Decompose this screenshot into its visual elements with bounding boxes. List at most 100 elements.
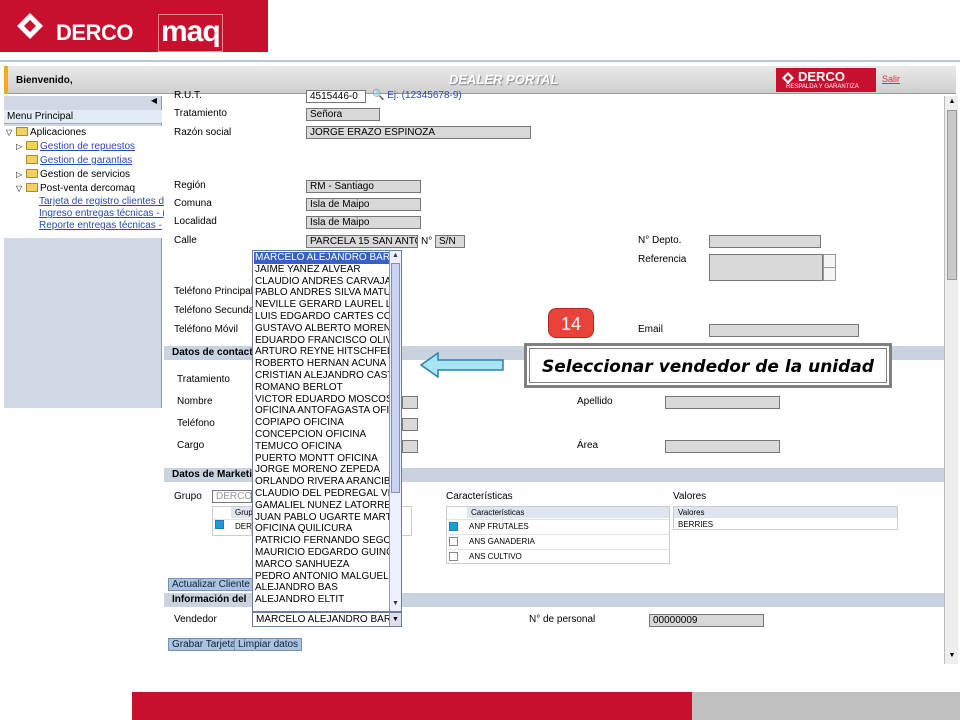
collapsed-triangle-icon: ▷ (16, 170, 23, 179)
dropdown-scrollbar-thumb[interactable] (391, 263, 400, 493)
dropdown-option[interactable]: PABLO ANDRES SILVA MATU (254, 287, 390, 299)
menu-item-label: Gestion de garantias (40, 155, 133, 166)
left-menu: ◀ Menu Principal ▽ Aplicaciones ▷ Gestion … (4, 96, 166, 408)
vendedor-label: Vendedor (174, 614, 217, 625)
grabar-tarjeta-button[interactable]: Grabar Tarjeta (168, 638, 240, 651)
dropdown-option[interactable]: ALEJANDRO BAS (254, 582, 390, 594)
menu-link-tarjeta-registro[interactable]: Tarjeta de registro clientes d (39, 196, 164, 207)
depto-field[interactable] (709, 235, 821, 248)
dropdown-option[interactable]: ROBERTO HERNAN ACUÑA S (254, 358, 390, 370)
dropdown-option[interactable]: PATRICIO FERNANDO SEGOV (254, 535, 390, 547)
logout-link[interactable]: Salir (882, 74, 900, 84)
numero-label: N° (421, 236, 433, 247)
dropdown-option[interactable]: PEDRO ANTONIO MALGUELL (254, 571, 390, 583)
scroll-down-icon[interactable]: ▼ (947, 652, 957, 662)
dropdown-option[interactable]: GUSTAVO ALBERTO MOREN (254, 323, 390, 335)
menu-item-postventa[interactable]: ▽ Post-venta dercomaq (16, 182, 135, 195)
dropdown-option[interactable]: ALEJANDRO ELTIT (254, 594, 390, 606)
localidad-field[interactable]: Isla de Maipo (306, 216, 421, 229)
dropdown-scrollbar[interactable]: ▲ ▼ (389, 251, 401, 611)
dropdown-option[interactable]: JORGE MORENO ZEPEDA (254, 464, 390, 476)
grupo-table-extension (402, 506, 412, 536)
referencia-textarea[interactable] (709, 254, 823, 281)
dropdown-option[interactable]: MARCO SANHUEZA (254, 559, 390, 571)
contacto-telefono-field[interactable] (402, 418, 418, 431)
vendedor-dropdown-list[interactable]: MARCELO ALEJANDRO BAR JAIME YANEZ ALVEAR C… (252, 250, 402, 612)
menu-item-aplicaciones[interactable]: ▽ Aplicaciones (6, 126, 86, 139)
comuna-field[interactable]: Isla de Maipo (306, 198, 421, 211)
table-row[interactable]: ANS GANADERIA (447, 534, 669, 548)
email-field[interactable] (709, 324, 859, 337)
calle-field[interactable]: PARCELA 15 SAN ANTO (306, 235, 418, 248)
comuna-label: Comuna (174, 198, 212, 209)
dropdown-option[interactable]: ORLANDO RIVERA ARANCIBI (254, 476, 390, 488)
dropdown-option[interactable]: OFICINA QUILICURA (254, 523, 390, 535)
contacto-nombre-label: Nombre (177, 396, 213, 407)
dropdown-option[interactable]: COPIAPO OFICINA (254, 417, 390, 429)
chevron-down-icon[interactable]: ▼ (389, 613, 401, 626)
collapse-menu-icon[interactable]: ◀ (151, 96, 157, 105)
dropdown-option[interactable]: CLAUDIO ANDRES CARVAJA (254, 276, 390, 288)
dropdown-option[interactable]: CLAUDIO DEL PEDREGAL VIL (254, 488, 390, 500)
limpiar-datos-button[interactable]: Limpiar datos (234, 638, 303, 651)
caracteristica-checkbox[interactable] (449, 537, 458, 546)
page-scrollbar[interactable]: ▲ ▼ (944, 96, 958, 664)
dropdown-option[interactable]: NEVILLE GERARD LAUREL LI (254, 299, 390, 311)
dropdown-option[interactable]: MAURICIO EDGARDO GUINCH (254, 547, 390, 559)
table-row[interactable]: ANP FRUTALES (447, 519, 669, 533)
menu-tree: ▽ Aplicaciones ▷ Gestion de repuestos Gest… (4, 126, 166, 238)
menu-item-repuestos[interactable]: ▷ Gestion de repuestos (16, 140, 135, 153)
scroll-down-icon[interactable]: ▼ (391, 600, 400, 610)
logo-brand-maq: maq (158, 14, 223, 52)
contacto-apellido-field[interactable] (665, 396, 780, 409)
referencia-scrollbar[interactable] (823, 254, 836, 281)
scrollbar-thumb[interactable] (947, 110, 957, 280)
numero-field[interactable]: S/N (435, 235, 465, 248)
razon-social-field[interactable]: JORGE ERAZO ESPINOZA (306, 126, 531, 139)
dropdown-option[interactable]: VICTOR EDUARDO MOSCOSO (254, 394, 390, 406)
table-row[interactable]: ANS CULTIVO (447, 549, 669, 563)
dropdown-option[interactable]: CRISTIAN ALEJANDRO CASTI (254, 370, 390, 382)
dropdown-option-selected[interactable]: MARCELO ALEJANDRO BAR (254, 252, 390, 264)
dropdown-option[interactable]: OFICINA ANTOFAGASTA OFIC (254, 405, 390, 417)
folder-icon (26, 141, 38, 150)
scrollbar-divider (824, 267, 835, 268)
menu-link-reporte-entregas[interactable]: Reporte entregas técnicas - (39, 220, 162, 231)
caracteristica-checkbox-checked[interactable] (449, 522, 458, 531)
dropdown-option[interactable]: TEMUCO OFICINA (254, 441, 390, 453)
tratamiento-field[interactable]: Señora (306, 108, 380, 121)
grupo-checkbox[interactable] (215, 520, 224, 529)
dropdown-option[interactable]: EDUARDO FRANCISCO OLIVE (254, 335, 390, 347)
dropdown-option[interactable]: JUAN PABLO UGARTE MART (254, 512, 390, 524)
dropdown-option[interactable]: PUERTO MONTT OFICINA (254, 453, 390, 465)
valor-text: BERRIES (678, 520, 714, 529)
step-badge: 14 (548, 308, 594, 338)
caracteristica-checkbox[interactable] (449, 552, 458, 561)
contacto-area-field[interactable] (665, 440, 780, 453)
header-accent (4, 66, 8, 94)
region-field[interactable]: RM - Santiago (306, 180, 421, 193)
scroll-up-icon[interactable]: ▲ (947, 98, 957, 108)
dropdown-option[interactable]: GAMALIEL NUÑEZ LATORRE (254, 500, 390, 512)
dropdown-option[interactable]: JAIME YANEZ ALVEAR (254, 264, 390, 276)
menu-link-ingreso-entregas[interactable]: Ingreso entregas técnicas - ( (39, 208, 166, 219)
contacto-cargo-field[interactable] (402, 440, 418, 453)
derco-header-slogan: RESPALDA Y GARANTIZA (786, 84, 859, 90)
menu-item-garantias[interactable]: Gestion de garantias (26, 154, 132, 167)
menu-item-servicios[interactable]: ▷ Gestion de servicios (16, 168, 130, 181)
dropdown-option[interactable]: LUIS EDGARDO CARTES CON (254, 311, 390, 323)
dropdown-option[interactable]: ARTURO REYNE HITSCHFELD (254, 346, 390, 358)
contacto-nombre-field[interactable] (402, 396, 418, 409)
dercomaq-logo: DERCO maq (0, 0, 268, 52)
grupo-select[interactable]: DERCO (212, 490, 252, 503)
expanded-triangle-icon: ▽ (6, 128, 13, 137)
numero-personal-field[interactable]: 00000009 (649, 614, 764, 627)
vendedor-select[interactable]: MARCELO ALEJANDRO BAR ▼ (252, 612, 402, 627)
scroll-up-icon[interactable]: ▲ (391, 252, 400, 262)
dropdown-option[interactable]: ROMANO BERLOT (254, 382, 390, 394)
actualizar-cliente-button[interactable]: Actualizar Cliente (168, 578, 254, 591)
valores-label: Valores (673, 491, 707, 502)
rut-input[interactable]: 4515446-0 (306, 90, 366, 103)
table-row[interactable]: BERRIES (674, 517, 897, 531)
dropdown-option[interactable]: CONCEPCION OFICINA (254, 429, 390, 441)
